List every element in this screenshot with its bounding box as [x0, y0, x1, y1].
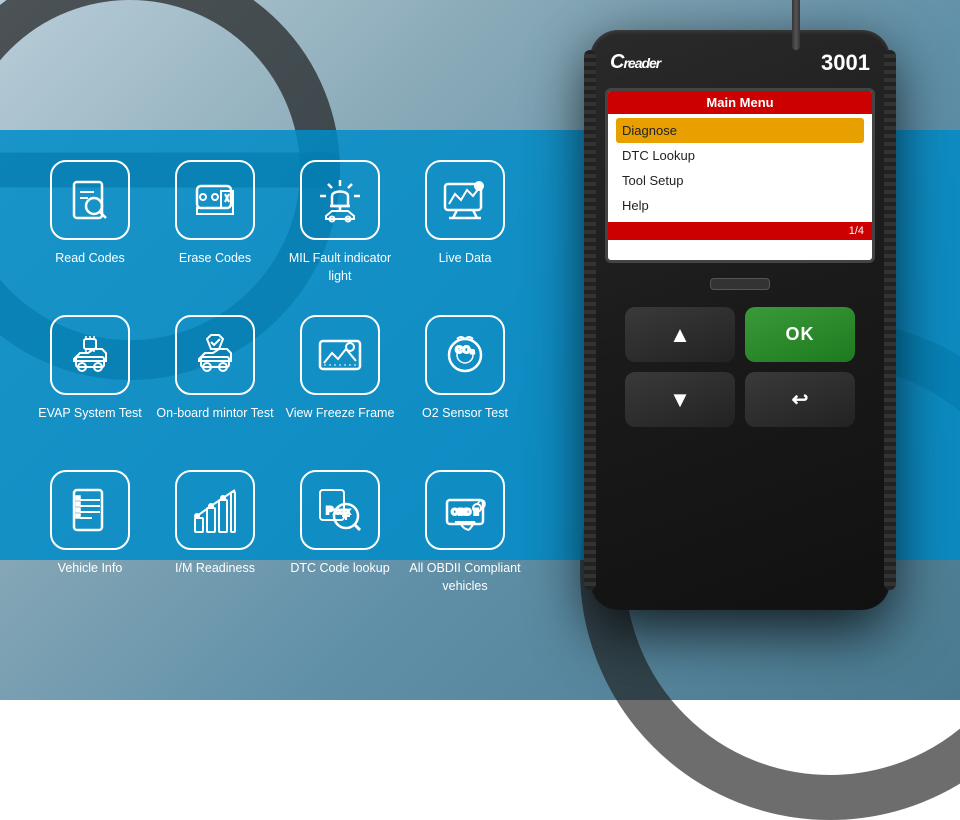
- vehicle-info-icon-box: [50, 470, 130, 550]
- screen-header: Main Menu: [608, 91, 872, 114]
- brand-logo: Creader: [610, 51, 660, 74]
- device-cable: [792, 0, 800, 50]
- mil-fault-label: MIL Fault indicator light: [280, 250, 400, 285]
- erase-codes-icon-box: [175, 160, 255, 240]
- read-codes-label: Read Codes: [55, 250, 125, 268]
- freeze-label: View Freeze Frame: [286, 405, 395, 423]
- device-body: Creader 3001 Main Menu Diagnose DTC Look…: [590, 30, 890, 610]
- o2-icon-box: CO₂: [425, 315, 505, 395]
- onboard-icon-box: [175, 315, 255, 395]
- evap-icon-box: [50, 315, 130, 395]
- connector-port: [710, 278, 770, 290]
- dtc-icon-box: P xxxx: [300, 470, 380, 550]
- device-brand-bar: Creader 3001: [605, 45, 875, 80]
- feature-o2[interactable]: CO₂ O2 Sensor Test: [405, 305, 525, 455]
- feature-onboard[interactable]: On-board mintor Test: [155, 305, 275, 455]
- freeze-icon-box: [300, 315, 380, 395]
- feature-vehicle-info[interactable]: Vehicle Info: [30, 460, 150, 610]
- brand-model: 3001: [821, 50, 870, 76]
- feature-read-codes[interactable]: Read Codes: [30, 150, 150, 300]
- obdii-icon-box: OBD II: [425, 470, 505, 550]
- onboard-label: On-board mintor Test: [156, 405, 273, 423]
- screen-menu: Diagnose DTC Lookup Tool Setup Help: [608, 114, 872, 222]
- menu-tool-setup[interactable]: Tool Setup: [616, 168, 864, 193]
- o2-label: O2 Sensor Test: [422, 405, 508, 423]
- feature-evap[interactable]: EVAP System Test: [30, 305, 150, 455]
- obdii-label: All OBDII Compliant vehicles: [405, 560, 525, 595]
- device-screen: Main Menu Diagnose DTC Lookup Tool Setup…: [605, 88, 875, 263]
- read-codes-icon-box: [50, 160, 130, 240]
- dtc-label: DTC Code lookup: [290, 560, 389, 578]
- live-data-icon-box: [425, 160, 505, 240]
- svg-text:P: P: [326, 505, 333, 517]
- feature-erase-codes[interactable]: Erase Codes: [155, 150, 275, 300]
- vehicle-info-label: Vehicle Info: [58, 560, 123, 578]
- evap-label: EVAP System Test: [38, 405, 142, 423]
- feature-obdii[interactable]: OBD II All OBDII Compliant vehicles: [405, 460, 525, 610]
- btn-ok[interactable]: OK: [745, 307, 855, 362]
- feature-im[interactable]: I/M Readiness: [155, 460, 275, 610]
- btn-back[interactable]: ↩: [745, 372, 855, 427]
- buttons-area: ▲ OK ▼ ↩: [605, 302, 875, 432]
- feature-dtc[interactable]: P xxxx DTC Code lookup: [280, 460, 400, 610]
- feature-live-data[interactable]: Live Data: [405, 150, 525, 300]
- im-icon-box: [175, 470, 255, 550]
- features-grid: Read Codes Erase Codes: [30, 150, 560, 610]
- feature-mil-fault[interactable]: MIL Fault indicator light: [280, 150, 400, 300]
- btn-up[interactable]: ▲: [625, 307, 735, 362]
- device-container: Creader 3001 Main Menu Diagnose DTC Look…: [580, 30, 900, 650]
- menu-help[interactable]: Help: [616, 193, 864, 218]
- live-data-label: Live Data: [439, 250, 492, 268]
- erase-codes-label: Erase Codes: [179, 250, 251, 268]
- menu-diagnose[interactable]: Diagnose: [616, 118, 864, 143]
- btn-down[interactable]: ▼: [625, 372, 735, 427]
- feature-freeze[interactable]: View Freeze Frame: [280, 305, 400, 455]
- screen-footer: 1/4: [608, 222, 872, 240]
- im-label: I/M Readiness: [175, 560, 255, 578]
- mil-fault-icon-box: [300, 160, 380, 240]
- menu-dtc-lookup[interactable]: DTC Lookup: [616, 143, 864, 168]
